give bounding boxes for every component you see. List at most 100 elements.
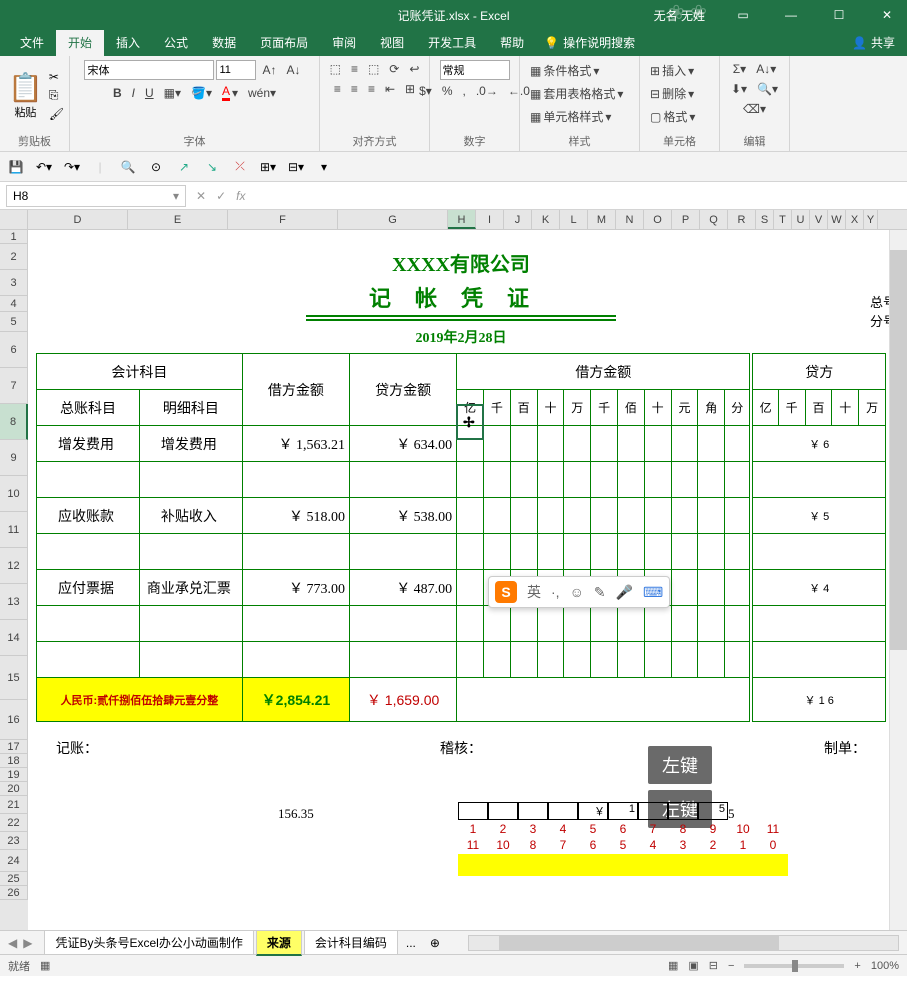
row-16[interactable]: 16: [0, 700, 28, 740]
dcell-6-10[interactable]: [725, 642, 752, 678]
sort-filter-icon[interactable]: A↓▾: [752, 60, 780, 78]
sogou-icon[interactable]: S: [495, 581, 517, 603]
col-G[interactable]: G: [338, 210, 448, 229]
format-cells-button[interactable]: ▢ 格式 ▾: [646, 106, 699, 127]
cancel-formula-icon[interactable]: ✕: [196, 189, 206, 203]
tab-pagelayout[interactable]: 页面布局: [248, 29, 320, 56]
dcell-3-5[interactable]: [591, 534, 618, 570]
font-name-combo[interactable]: [84, 60, 214, 80]
row-23[interactable]: 23: [0, 832, 28, 850]
row-3[interactable]: 3: [0, 270, 28, 296]
wrap-text-icon[interactable]: ↩: [405, 60, 423, 78]
row-18[interactable]: 18: [0, 754, 28, 768]
col-F[interactable]: F: [228, 210, 338, 229]
cell-1-gl[interactable]: [37, 462, 140, 498]
cell-style-button[interactable]: ▦ 单元格样式 ▾: [526, 106, 615, 127]
cell-4-sub[interactable]: 商业承兑汇票: [139, 570, 242, 606]
cell-2-credit[interactable]: ￥ 538.00: [350, 498, 457, 534]
fill-icon[interactable]: ⬇▾: [727, 80, 751, 98]
save-icon[interactable]: 💾: [6, 157, 26, 177]
select-all-corner[interactable]: [0, 210, 28, 229]
maximize-icon[interactable]: ☐: [819, 0, 859, 30]
row-17[interactable]: 17: [0, 740, 28, 754]
dcell-2-5[interactable]: [591, 498, 618, 534]
qat-misc1-icon[interactable]: ⊞▾: [258, 157, 278, 177]
cell-6-gl[interactable]: [37, 642, 140, 678]
dcell-1-6[interactable]: [617, 462, 644, 498]
row-2[interactable]: 2: [0, 244, 28, 270]
dcell-4-8[interactable]: [671, 570, 698, 606]
close-icon[interactable]: ✕: [867, 0, 907, 30]
dcell-6-0[interactable]: [457, 642, 484, 678]
dcell-1-4[interactable]: [564, 462, 591, 498]
tab-formulas[interactable]: 公式: [152, 29, 200, 56]
name-box[interactable]: H8▾: [6, 185, 186, 207]
cell-4-credit[interactable]: ￥ 487.00: [350, 570, 457, 606]
dcell-0-10[interactable]: [725, 426, 752, 462]
dcell-5-2[interactable]: [510, 606, 537, 642]
macro-record-icon[interactable]: ▦: [40, 959, 50, 972]
redo-icon[interactable]: ↷▾: [62, 157, 82, 177]
border-button[interactable]: ▦▾: [160, 84, 185, 102]
tail-4[interactable]: ￥ 4: [751, 570, 885, 606]
find-icon[interactable]: 🔍▾: [753, 80, 782, 98]
dcell-2-6[interactable]: [617, 498, 644, 534]
dcell-2-4[interactable]: [564, 498, 591, 534]
dcell-0-4[interactable]: [564, 426, 591, 462]
cell-0-sub[interactable]: 增发费用: [139, 426, 242, 462]
cell-3-gl[interactable]: [37, 534, 140, 570]
percent-icon[interactable]: %: [438, 82, 457, 100]
bold-button[interactable]: B: [109, 84, 126, 102]
dcell-0-1[interactable]: [483, 426, 510, 462]
inc-decimal-icon[interactable]: .0→: [472, 82, 502, 100]
formula-input[interactable]: [255, 185, 907, 207]
cell-6-debit[interactable]: [242, 642, 349, 678]
clear-icon[interactable]: ⌫▾: [739, 100, 770, 118]
ime-emoji-icon[interactable]: ☺: [570, 584, 584, 600]
dcell-3-4[interactable]: [564, 534, 591, 570]
row-5[interactable]: 5: [0, 312, 28, 332]
row-1[interactable]: 1: [0, 230, 28, 244]
col-J[interactable]: J: [504, 210, 532, 229]
col-P[interactable]: P: [672, 210, 700, 229]
dcell-3-10[interactable]: [725, 534, 752, 570]
row-20[interactable]: 20: [0, 782, 28, 796]
delete-cells-button[interactable]: ⊟ 删除 ▾: [646, 83, 698, 104]
conditional-format-button[interactable]: ▦ 条件格式 ▾: [526, 60, 603, 81]
col-Y[interactable]: Y: [864, 210, 878, 229]
dcell-5-7[interactable]: [644, 606, 671, 642]
share-button[interactable]: 👤共享: [840, 29, 907, 56]
dcell-0-6[interactable]: [617, 426, 644, 462]
col-U[interactable]: U: [792, 210, 810, 229]
row-12[interactable]: 12: [0, 548, 28, 584]
col-K[interactable]: K: [532, 210, 560, 229]
dcell-6-2[interactable]: [510, 642, 537, 678]
tab-data[interactable]: 数据: [200, 29, 248, 56]
dcell-1-10[interactable]: [725, 462, 752, 498]
increase-font-icon[interactable]: A↑: [258, 61, 280, 79]
ribbon-options-icon[interactable]: ▭: [723, 0, 763, 30]
row-4[interactable]: 4: [0, 296, 28, 312]
vscroll-thumb[interactable]: [890, 250, 907, 650]
dcell-2-3[interactable]: [537, 498, 564, 534]
sheet-nav-prev-icon[interactable]: ◀: [8, 936, 17, 950]
align-center-icon[interactable]: ≡: [347, 80, 362, 98]
horizontal-scrollbar[interactable]: [468, 935, 899, 951]
dcell-4-0[interactable]: [457, 570, 484, 606]
col-D[interactable]: D: [28, 210, 128, 229]
cell-0-credit[interactable]: ￥ 634.00: [350, 426, 457, 462]
dcell-5-5[interactable]: [591, 606, 618, 642]
col-V[interactable]: V: [810, 210, 828, 229]
dcell-0-8[interactable]: [671, 426, 698, 462]
row-19[interactable]: 19: [0, 768, 28, 782]
align-left-icon[interactable]: ≡: [330, 80, 345, 98]
zoom-out-icon[interactable]: −: [728, 960, 734, 972]
undo-icon[interactable]: ↶▾: [34, 157, 54, 177]
trace-icon[interactable]: ↘: [202, 157, 222, 177]
dcell-0-2[interactable]: [510, 426, 537, 462]
autosum-icon[interactable]: Σ▾: [729, 60, 750, 78]
cell-5-sub[interactable]: [139, 606, 242, 642]
col-H[interactable]: H: [448, 210, 476, 229]
cell-2-debit[interactable]: ￥ 518.00: [242, 498, 349, 534]
dcell-3-8[interactable]: [671, 534, 698, 570]
